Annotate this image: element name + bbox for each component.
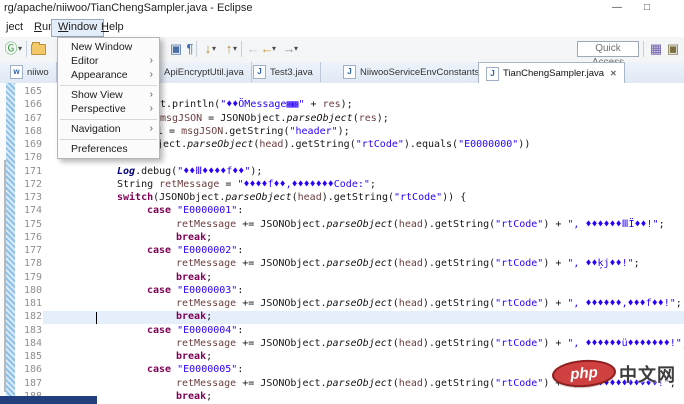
taskbar-fragment: [0, 396, 97, 404]
code-line[interactable]: retMessage += JSONObject.parseObject(hea…: [176, 298, 682, 309]
toolbar-separator: [196, 41, 197, 57]
file-icon: J: [253, 65, 266, 79]
menu-help[interactable]: Help: [95, 19, 130, 35]
watermark-cn-text: 中文网: [619, 361, 676, 387]
gc-caret-icon[interactable]: ▾: [18, 44, 26, 54]
menu-item-navigation[interactable]: Navigation›: [58, 122, 159, 136]
line-number: 169: [15, 139, 42, 150]
code-line[interactable]: case "E0000002":: [147, 245, 243, 256]
back-caret-icon[interactable]: ▾: [272, 44, 280, 54]
line-number: 181: [15, 298, 42, 309]
line-number: 187: [15, 378, 42, 389]
file-icon: J: [486, 67, 499, 81]
code-line[interactable]: break;: [176, 311, 212, 322]
code-line[interactable]: retMessage += JSONObject.parseObject(hea…: [176, 338, 684, 349]
code-line[interactable]: t.println("♦♦ÖMessage▩▩" + res);: [160, 99, 353, 110]
text-cursor: [96, 312, 97, 324]
submenu-arrow-icon: ›: [150, 68, 153, 82]
java-perspective-icon[interactable]: ▣: [665, 40, 681, 57]
tab-label: ApiEncryptUtil.java: [164, 67, 244, 78]
file-icon: w: [10, 65, 23, 79]
file-icon: J: [343, 65, 356, 79]
tab-label: niiwo: [27, 67, 49, 78]
code-line[interactable]: break;: [176, 391, 212, 402]
watermark-oval: php: [551, 358, 617, 389]
line-number: 175: [15, 219, 42, 230]
line-number: 179: [15, 272, 42, 283]
menu-item-show-view[interactable]: Show View›: [58, 88, 159, 102]
php-cn-watermark: php 中文网: [552, 360, 676, 387]
submenu-arrow-icon: ›: [150, 122, 153, 136]
line-number: 165: [15, 86, 42, 97]
next-annotation-caret-icon[interactable]: ▾: [233, 44, 241, 54]
code-line[interactable]: retMessage += JSONObject.parseObject(hea…: [176, 219, 665, 230]
window-menu-dropdown: New WindowEditor›Appearance› Show View›Pe…: [57, 37, 160, 159]
code-line[interactable]: break;: [176, 232, 212, 243]
line-number: 172: [15, 179, 42, 190]
menu-item-new-window[interactable]: New Window: [58, 40, 159, 54]
quick-access-input[interactable]: Quick Access: [577, 41, 639, 57]
line-number: 178: [15, 258, 42, 269]
submenu-arrow-icon: ›: [150, 54, 153, 68]
code-line[interactable]: break;: [176, 272, 212, 283]
last-edit-caret-icon[interactable]: ▾: [212, 44, 220, 54]
menu-ject[interactable]: ject: [0, 19, 29, 35]
line-number: 174: [15, 205, 42, 216]
code-line[interactable]: l = msgJSON.getString("header");: [157, 126, 350, 137]
menu-item-preferences[interactable]: Preferences: [58, 142, 159, 156]
tab-test3-java[interactable]: J Test3.java: [246, 62, 321, 82]
line-number: 168: [15, 126, 42, 137]
menu-item-editor[interactable]: Editor›: [58, 54, 159, 68]
line-number: 180: [15, 285, 42, 296]
tab-tianchengsampler-java[interactable]: J TianChengSampler.java ✕: [478, 62, 625, 84]
gc-button-icon[interactable]: Ⓖ: [3, 40, 19, 57]
line-number: 171: [15, 166, 42, 177]
code-line[interactable]: Log.debug("♦♦Ⅲ♦♦♦♦f♦♦");: [117, 166, 262, 177]
open-folder-icon[interactable]: [31, 44, 46, 55]
code-line[interactable]: break;: [176, 351, 212, 362]
line-number: 186: [15, 364, 42, 375]
line-number: 182: [15, 311, 42, 322]
eclipse-window: rg/apache/niiwoo/TianChengSampler.java -…: [0, 0, 684, 404]
current-line-highlight: [43, 311, 684, 324]
code-line[interactable]: ject.parseObject(head).getString("rtCode…: [157, 139, 530, 150]
code-line[interactable]: retMessage += JSONObject.parseObject(hea…: [176, 258, 640, 269]
code-line[interactable]: switch(JSONObject.parseObject(head).getS…: [117, 192, 466, 203]
code-line[interactable]: case "E0000005":: [147, 364, 243, 375]
tab-niiwo[interactable]: wniiwo: [3, 62, 57, 82]
tab-label: TianChengSampler.java: [503, 68, 604, 79]
submenu-arrow-icon: ›: [150, 102, 153, 116]
maximize-button[interactable]: □: [636, 1, 658, 15]
line-number: 167: [15, 113, 42, 124]
forward-caret-icon[interactable]: ▾: [294, 44, 302, 54]
code-line[interactable]: case "E0000003":: [147, 285, 243, 296]
submenu-arrow-icon: ›: [150, 88, 153, 102]
toolbar-separator: [241, 41, 242, 57]
menu-item-appearance[interactable]: Appearance›: [58, 68, 159, 82]
open-perspective-icon[interactable]: ▦: [648, 40, 664, 57]
minimize-button[interactable]: —: [606, 1, 628, 15]
code-line[interactable]: msgJSON = JSONObject.parseObject(res);: [160, 113, 389, 124]
code-line[interactable]: case "E0000004":: [147, 325, 243, 336]
code-line[interactable]: case "E0000001":: [147, 205, 243, 216]
line-number: 170: [15, 152, 42, 163]
menu-bar: jectRunWindowHelp: [0, 16, 684, 37]
line-number: 185: [15, 351, 42, 362]
line-number: 177: [15, 245, 42, 256]
toolbar-separator: [26, 41, 27, 57]
watermark-php-text: php: [570, 364, 599, 383]
code-line[interactable]: String retMessage = "♦♦♦♦f♦♦,♦♦♦♦♦♦♦Code…: [117, 179, 376, 190]
line-number: 166: [15, 99, 42, 110]
window-title: rg/apache/niiwoo/TianChengSampler.java -…: [4, 2, 252, 14]
quick-diff-strip: [6, 83, 15, 404]
line-number: 183: [15, 325, 42, 336]
title-bar: rg/apache/niiwoo/TianChengSampler.java -…: [0, 0, 684, 16]
line-number: 184: [15, 338, 42, 349]
tab-close-icon[interactable]: ✕: [610, 69, 617, 78]
tab-label: Test3.java: [270, 67, 313, 78]
line-number: 176: [15, 232, 42, 243]
menu-item-perspective[interactable]: Perspective›: [58, 102, 159, 116]
line-number: 173: [15, 192, 42, 203]
toolbar-separator: [643, 41, 644, 57]
